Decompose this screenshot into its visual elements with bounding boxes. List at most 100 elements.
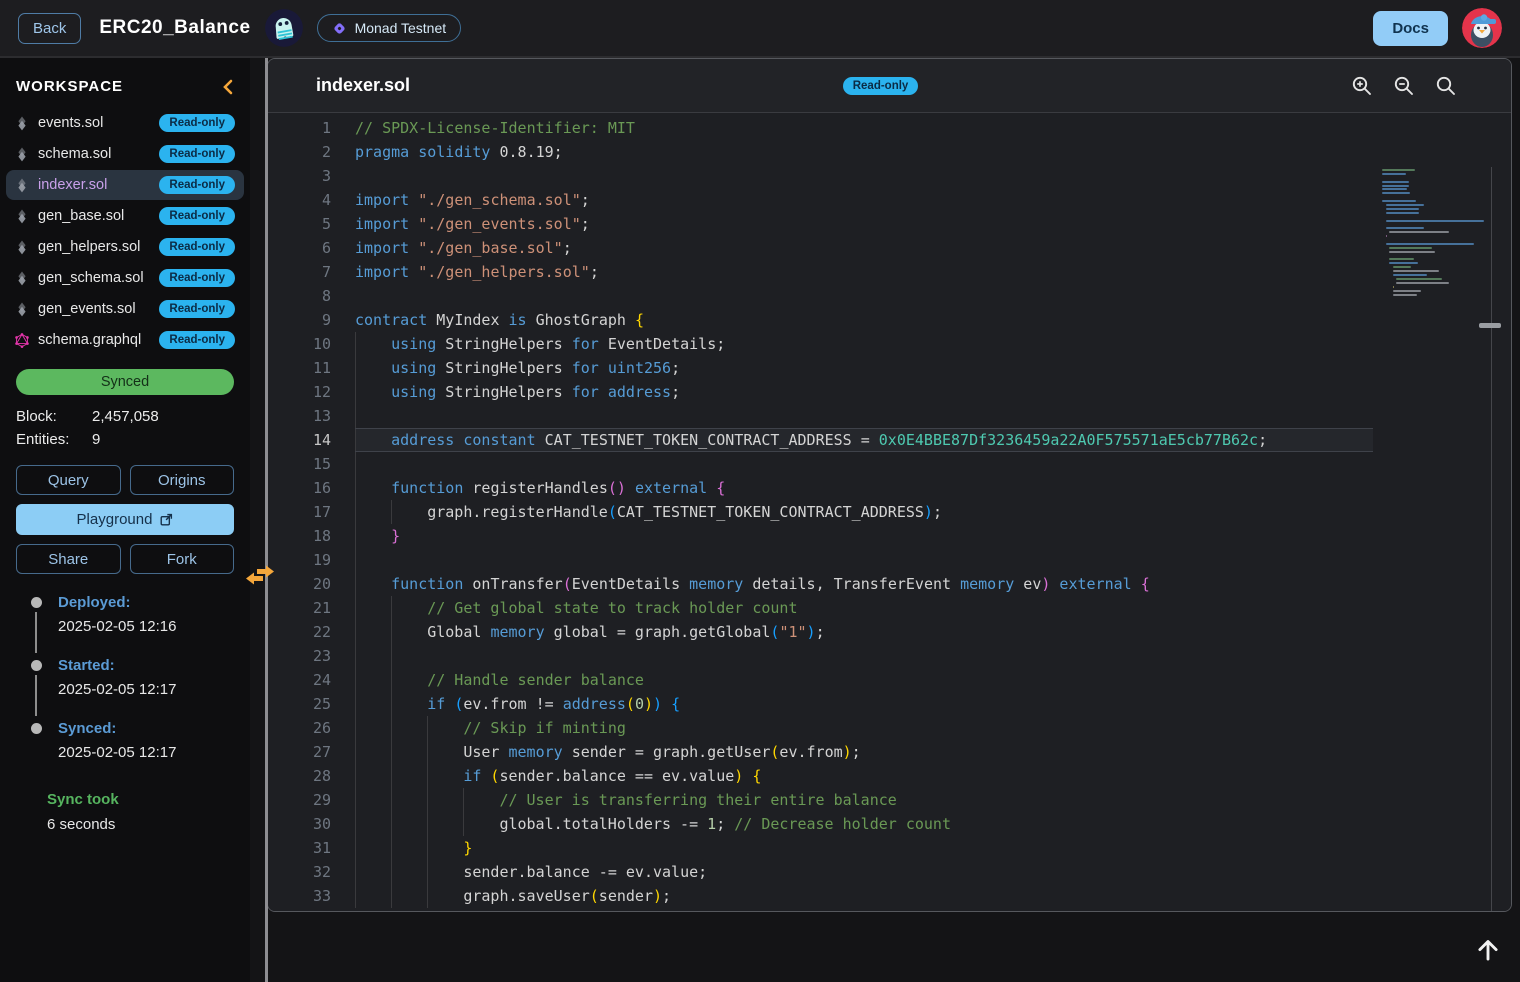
solidity-file-icon <box>15 178 29 193</box>
line-number: 30 <box>268 812 331 836</box>
search-icon[interactable] <box>1435 75 1457 97</box>
code-line-8: 8 <box>268 284 1373 308</box>
playground-label: Playground <box>77 511 153 528</box>
line-number: 15 <box>268 452 331 476</box>
resize-handle-arrows-icon[interactable] <box>243 560 277 595</box>
line-number: 14 <box>268 428 331 452</box>
solidity-file-icon <box>15 240 29 255</box>
line-number: 2 <box>268 140 331 164</box>
file-name: schema.sol <box>38 146 111 162</box>
line-number: 3 <box>268 164 331 188</box>
sidebar-file-gen_base.sol[interactable]: gen_base.solRead-only <box>6 201 244 231</box>
timeline-item-deployed: Deployed: 2025-02-05 12:16 <box>30 594 250 657</box>
readonly-badge: Read-only <box>159 176 235 194</box>
code-line-17: 17graph.registerHandle(CAT_TESTNET_TOKEN… <box>268 500 1373 524</box>
line-number: 32 <box>268 860 331 884</box>
file-name: gen_helpers.sol <box>38 239 140 255</box>
user-avatar[interactable] <box>1462 8 1502 48</box>
code-line-6: 6import "./gen_base.sol"; <box>268 236 1373 260</box>
share-button[interactable]: Share <box>16 544 121 574</box>
origins-button[interactable]: Origins <box>130 465 235 495</box>
docs-button[interactable]: Docs <box>1373 11 1448 46</box>
fork-button[interactable]: Fork <box>130 544 235 574</box>
timeline-dot <box>31 660 42 671</box>
code-line-22: 22Global memory global = graph.getGlobal… <box>268 620 1373 644</box>
line-number: 7 <box>268 260 331 284</box>
back-button[interactable]: Back <box>18 13 81 44</box>
timeline-item-synced: Synced: 2025-02-05 12:17 <box>30 720 250 783</box>
line-number: 27 <box>268 740 331 764</box>
sidebar-file-gen_events.sol[interactable]: gen_events.solRead-only <box>6 294 244 324</box>
solidity-file-icon <box>15 147 29 162</box>
line-number: 28 <box>268 764 331 788</box>
readonly-badge: Read-only <box>159 300 235 318</box>
minimap[interactable] <box>1382 169 1486 301</box>
ghost-logo-icon <box>265 9 303 47</box>
entities-label: Entities: <box>16 431 92 448</box>
sync-took-label: Sync took <box>47 791 250 808</box>
editor-readonly-badge: Read-only <box>843 77 919 95</box>
zoom-in-icon[interactable] <box>1351 75 1373 97</box>
line-number: 29 <box>268 788 331 812</box>
code-editor-panel: indexer.sol Read-only 1// SPDX-License-I… <box>267 58 1512 912</box>
code-line-27: 27User memory sender = graph.getUser(ev.… <box>268 740 1373 764</box>
graphql-file-icon <box>15 333 29 348</box>
timeline-item-started: Started: 2025-02-05 12:17 <box>30 657 250 720</box>
line-number: 33 <box>268 884 331 908</box>
deployed-label: Deployed: <box>58 594 176 611</box>
timeline-dot <box>31 723 42 734</box>
file-name: indexer.sol <box>38 177 107 193</box>
sidebar-file-events.sol[interactable]: events.solRead-only <box>6 108 244 138</box>
code-line-31: 31} <box>268 836 1373 860</box>
line-number: 12 <box>268 380 331 404</box>
line-number: 6 <box>268 236 331 260</box>
line-number: 24 <box>268 668 331 692</box>
line-number: 10 <box>268 332 331 356</box>
started-time: 2025-02-05 12:17 <box>58 681 176 698</box>
file-name: gen_schema.sol <box>38 270 144 286</box>
code-line-9: 9contract MyIndex is GhostGraph { <box>268 308 1373 332</box>
readonly-badge: Read-only <box>159 238 235 256</box>
block-stat: Block: 2,457,058 <box>0 405 250 428</box>
code-area[interactable]: 1// SPDX-License-Identifier: MIT2pragma … <box>268 113 1511 912</box>
query-button[interactable]: Query <box>16 465 121 495</box>
code-line-11: 11using StringHelpers for uint256; <box>268 356 1373 380</box>
collapse-sidebar-icon[interactable] <box>222 79 234 95</box>
playground-button[interactable]: Playground <box>16 504 234 535</box>
sidebar-file-schema.graphql[interactable]: schema.graphqlRead-only <box>6 325 244 355</box>
sidebar-file-gen_helpers.sol[interactable]: gen_helpers.sol Read-only <box>6 232 244 262</box>
scroll-to-top-button[interactable] <box>1470 932 1506 968</box>
sync-status-badge: Synced <box>16 369 234 395</box>
code-line-24: 24// Handle sender balance <box>268 668 1373 692</box>
code-line-4: 4import "./gen_schema.sol"; <box>268 188 1373 212</box>
monad-diamond-icon <box>332 21 347 36</box>
page-title: ERC20_Balance <box>99 17 250 39</box>
line-number: 17 <box>268 500 331 524</box>
code-line-1: 1// SPDX-License-Identifier: MIT <box>268 116 1373 140</box>
scrollbar-thumb[interactable] <box>1479 323 1501 328</box>
readonly-badge: Read-only <box>159 207 235 225</box>
code-line-20: 20function onTransfer(EventDetails memor… <box>268 572 1373 596</box>
sync-duration: Sync took 6 seconds <box>47 791 250 833</box>
line-number: 23 <box>268 644 331 668</box>
block-label: Block: <box>16 408 92 425</box>
line-number: 31 <box>268 836 331 860</box>
sidebar-file-gen_schema.sol[interactable]: gen_schema.solRead-only <box>6 263 244 293</box>
solidity-file-icon <box>15 116 29 131</box>
sidebar-file-indexer.sol[interactable]: indexer.sol Read-only <box>6 170 244 200</box>
network-badge[interactable]: Monad Testnet <box>317 14 462 42</box>
code-line-25: 25if (ev.from != address(0)) { <box>268 692 1373 716</box>
top-bar: Back ERC20_Balance Monad Testnet Docs <box>0 0 1520 58</box>
zoom-out-icon[interactable] <box>1393 75 1415 97</box>
sidebar-resize-divider[interactable] <box>265 58 268 982</box>
code-line-2: 2pragma solidity 0.8.19; <box>268 140 1373 164</box>
sync-took-value: 6 seconds <box>47 816 250 833</box>
line-number: 11 <box>268 356 331 380</box>
editor-filename: indexer.sol <box>316 75 410 96</box>
line-number: 20 <box>268 572 331 596</box>
sidebar-file-schema.sol[interactable]: schema.solRead-only <box>6 139 244 169</box>
code-line-32: 32sender.balance -= ev.value; <box>268 860 1373 884</box>
line-number: 18 <box>268 524 331 548</box>
code-line-10: 10using StringHelpers for EventDetails; <box>268 332 1373 356</box>
solidity-file-icon <box>15 209 29 224</box>
